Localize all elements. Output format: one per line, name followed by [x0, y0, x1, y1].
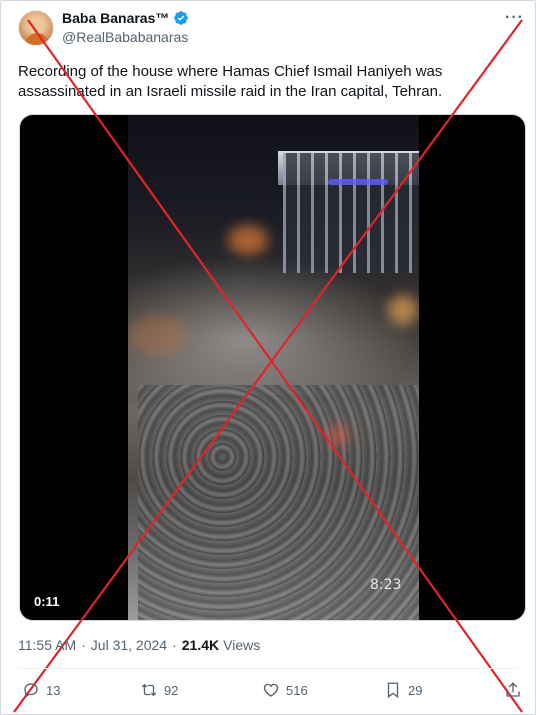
- like-button[interactable]: 516: [262, 681, 308, 699]
- fire-glow: [388, 295, 418, 325]
- fire-glow: [328, 425, 348, 445]
- building-lights: [328, 179, 388, 185]
- fire-glow: [228, 225, 268, 255]
- video-overlay-timestamp: 8:23: [370, 577, 402, 593]
- like-icon: [263, 683, 279, 697]
- tweet-text: Recording of the house where Hamas Chief…: [18, 63, 443, 100]
- like-count: 516: [286, 682, 308, 698]
- video-player[interactable]: 8:23 0:11: [19, 114, 526, 621]
- display-name[interactable]: Baba Banaras™: [62, 10, 169, 26]
- verified-icon: [174, 11, 189, 25]
- divider: [18, 668, 518, 669]
- avatar[interactable]: [18, 10, 54, 46]
- retweet-icon: [141, 683, 157, 697]
- share-icon: [506, 682, 520, 697]
- views-count: 21.4K: [181, 637, 220, 653]
- bookmark-count: 29: [408, 682, 423, 698]
- retweet-count: 92: [164, 682, 179, 698]
- video-frame: 8:23: [128, 115, 419, 620]
- bookmark-icon: [387, 682, 399, 699]
- tweet-time[interactable]: 11:55 AM: [18, 637, 76, 653]
- user-handle[interactable]: @RealBababanaras: [62, 29, 188, 45]
- avatar-robe: [25, 33, 49, 45]
- reply-button[interactable]: 13: [22, 681, 60, 699]
- meta-separator: ·: [172, 637, 177, 653]
- bookmark-button[interactable]: 29: [384, 681, 422, 699]
- tweet-date[interactable]: Jul 31, 2024: [91, 637, 167, 653]
- retweet-button[interactable]: 92: [140, 681, 178, 699]
- views-label: Views: [223, 637, 261, 653]
- video-duration-badge: 0:11: [28, 593, 66, 610]
- share-button[interactable]: [504, 681, 522, 699]
- tweet-meta: 11:55 AM · Jul 31, 2024 · 21.4K Views: [18, 637, 260, 653]
- reply-count: 13: [46, 682, 61, 698]
- reply-icon: [24, 683, 38, 699]
- meta-separator: ·: [81, 637, 86, 653]
- action-bar: 13 92 516 29: [22, 681, 522, 703]
- more-icon[interactable]: ···: [505, 10, 524, 26]
- fire-glow: [128, 315, 188, 355]
- author-name-row: Baba Banaras™: [62, 10, 189, 26]
